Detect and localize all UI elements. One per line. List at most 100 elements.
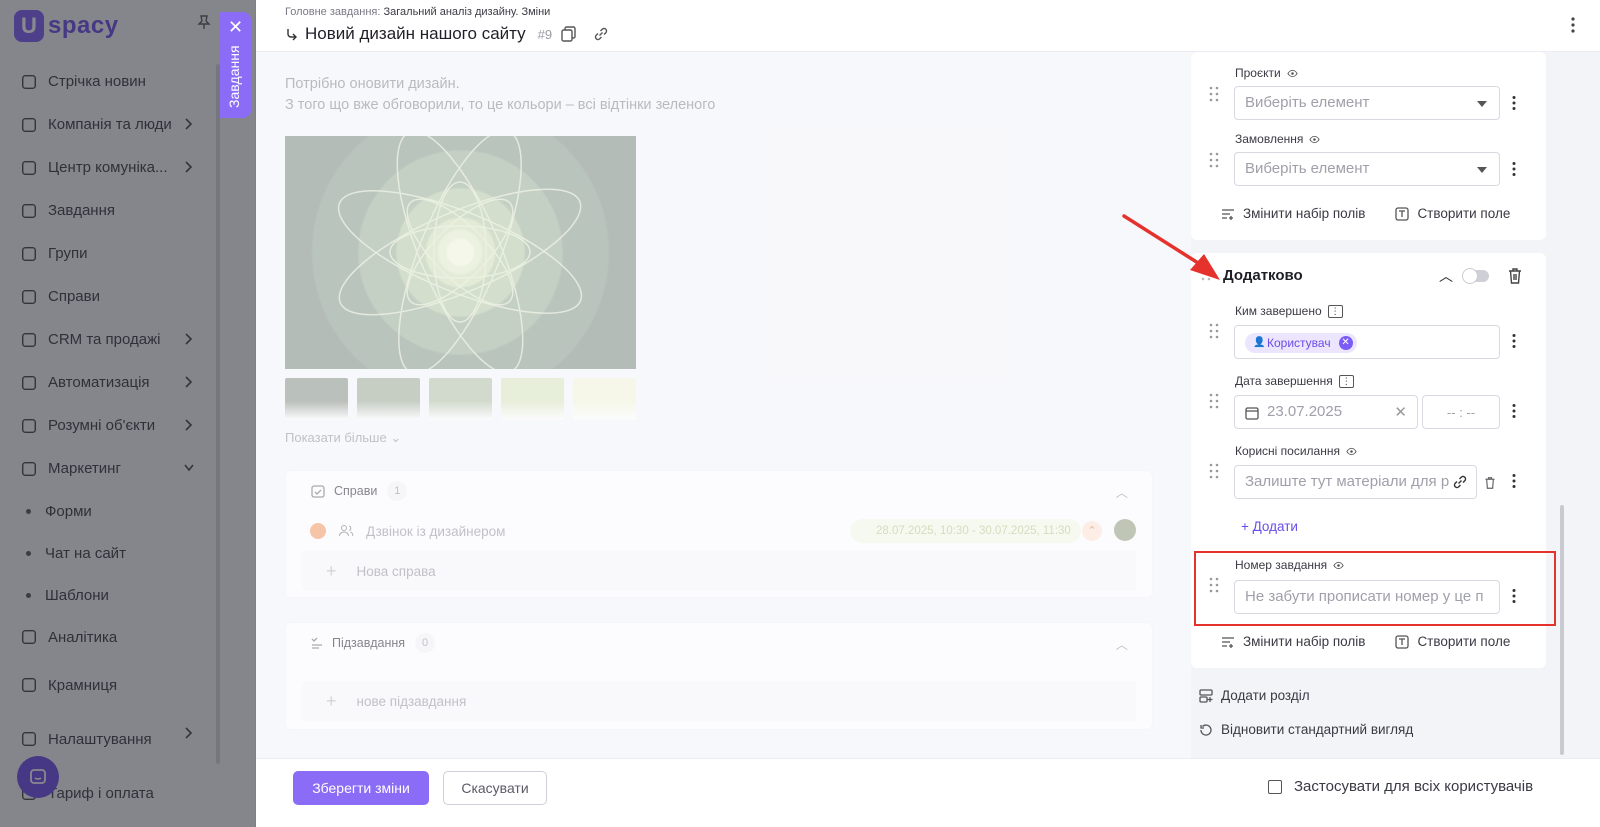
- avatar[interactable]: [1114, 519, 1136, 541]
- useful-links-label-text: Корисні посилання: [1235, 444, 1340, 458]
- save-button[interactable]: Зберегти зміни: [293, 771, 429, 805]
- pin-icon[interactable]: [196, 14, 212, 30]
- sidebar-item[interactable]: Стрічка новин: [0, 60, 220, 103]
- support-chat-button[interactable]: [17, 756, 59, 798]
- completion-time-input[interactable]: -- : --: [1422, 395, 1500, 429]
- eye-icon: [1287, 69, 1298, 77]
- sidebar-item[interactable]: Розумні об'єкти: [0, 404, 220, 447]
- field-menu-icon[interactable]: [1511, 588, 1517, 604]
- completion-date-input[interactable]: 23.07.2025 ✕: [1234, 395, 1418, 429]
- link-icon[interactable]: [592, 25, 610, 43]
- eye-icon: [1309, 135, 1320, 143]
- field-menu-icon[interactable]: [1511, 333, 1517, 349]
- chevron-up-icon[interactable]: ︿: [1115, 634, 1128, 653]
- sidebar-item-label: CRM та продажі: [48, 331, 161, 348]
- fields-column: Проєкти Виберіть елемент Замовлення Вибе…: [1191, 52, 1600, 758]
- sidebar-item[interactable]: Групи: [0, 232, 220, 275]
- useful-links-input[interactable]: Залиште тут матеріали для р: [1234, 465, 1477, 499]
- tab-tasks-slider[interactable]: ✕ Завдання: [220, 12, 251, 118]
- sidebar-subitem[interactable]: Шаблони: [0, 574, 220, 616]
- field-menu-icon[interactable]: [1511, 403, 1517, 419]
- change-fields-button[interactable]: Змінити набір полів: [1221, 206, 1365, 221]
- link-icon[interactable]: [1452, 474, 1468, 490]
- sidebar-item[interactable]: Компанія та люди: [0, 103, 220, 146]
- sidebar-item-label: Крамниця: [48, 676, 118, 694]
- new-deal-input[interactable]: + Нова справа: [302, 551, 1136, 591]
- fields-scrollbar[interactable]: [1560, 505, 1564, 755]
- field-menu-icon[interactable]: [1511, 161, 1517, 177]
- clear-icon[interactable]: ✕: [1394, 403, 1407, 421]
- drag-handle-icon[interactable]: [1209, 577, 1219, 593]
- chevron-up-icon[interactable]: ︿: [1439, 266, 1453, 286]
- show-more-link[interactable]: Показати більше ⌄: [285, 430, 401, 446]
- projects-select[interactable]: Виберіть елемент: [1234, 86, 1500, 120]
- caret-down-icon: [1477, 101, 1487, 107]
- logo[interactable]: U spacy: [14, 8, 119, 44]
- sidebar-scrollbar[interactable]: [216, 64, 220, 764]
- user-icon: 👤: [1253, 337, 1266, 348]
- chevron-up-icon[interactable]: ︿: [1115, 482, 1128, 501]
- subtasks-header[interactable]: Підзавдання 0 ︿: [286, 623, 1152, 663]
- section-title[interactable]: Додатково: [1223, 267, 1303, 284]
- task-description[interactable]: Потрібно оновити дизайн. З того що вже о…: [285, 74, 715, 116]
- sidebar-item[interactable]: Крамниця: [0, 658, 220, 712]
- priority-up-icon[interactable]: ⌃: [1082, 521, 1102, 541]
- task-header: Головне завдання: Загальний аналіз дизай…: [256, 0, 1600, 52]
- drag-handle-icon[interactable]: [1209, 152, 1219, 168]
- sidebar-item-label: Аналітика: [48, 628, 118, 646]
- drag-handle-icon[interactable]: [1209, 393, 1219, 409]
- color-swatch: [501, 378, 564, 420]
- sidebar-item[interactable]: CRM та продажі: [0, 318, 220, 361]
- copy-icon[interactable]: [560, 25, 578, 43]
- sidebar-subitem-label: Шаблони: [45, 586, 109, 604]
- sidebar-subitem[interactable]: Чат на сайт: [0, 532, 220, 574]
- breadcrumb-parent-task[interactable]: Загальний аналіз дизайну. Зміни: [384, 6, 551, 18]
- task-number: #9: [537, 26, 553, 42]
- drag-handle-icon[interactable]: [1209, 463, 1219, 479]
- cancel-button[interactable]: Скасувати: [443, 771, 547, 805]
- checkbox-box[interactable]: [1268, 779, 1282, 794]
- close-icon[interactable]: ✕: [228, 18, 243, 36]
- fields-section-extra: Додатково ︿ Ким завершено ⋮ 👤 Користувач ✕ …: [1191, 253, 1546, 668]
- deal-row[interactable]: Дзвінок із дизайнером 28.07.2025, 10:30 …: [286, 511, 1152, 551]
- trash-icon[interactable]: [1484, 476, 1496, 490]
- orders-select[interactable]: Виберіть елемент: [1234, 152, 1500, 186]
- succulent-image[interactable]: [285, 136, 636, 369]
- user-chip[interactable]: 👤 Користувач ✕: [1245, 333, 1357, 353]
- drag-handle-icon[interactable]: [1209, 86, 1219, 102]
- create-field-button[interactable]: Створити поле: [1395, 634, 1510, 649]
- apply-all-checkbox[interactable]: Застосувати для всіх користувачів: [1268, 778, 1533, 795]
- sidebar-item[interactable]: Аналітика: [0, 616, 220, 658]
- drag-handle-icon[interactable]: [1209, 323, 1219, 339]
- sidebar-item[interactable]: Справи: [0, 275, 220, 318]
- field-menu-icon[interactable]: [1511, 95, 1517, 111]
- logo-mark: U: [14, 10, 44, 42]
- restore-view-button[interactable]: Відновити стандартний вигляд: [1199, 722, 1413, 737]
- task-number-input[interactable]: Не забути прописати номер у це п: [1234, 580, 1500, 614]
- remove-chip-icon[interactable]: ✕: [1338, 336, 1353, 350]
- breadcrumb[interactable]: Головне завдання: Загальний аналіз дизай…: [285, 6, 550, 18]
- field-menu-icon[interactable]: [1511, 473, 1517, 489]
- trash-icon[interactable]: [1507, 267, 1523, 285]
- add-link-button[interactable]: + Додати: [1241, 519, 1298, 534]
- create-field-button[interactable]: Створити поле: [1395, 206, 1510, 221]
- sidebar-item[interactable]: Завдання: [0, 189, 220, 232]
- change-fields-button[interactable]: Змінити набір полів: [1221, 634, 1365, 649]
- section-visibility-toggle[interactable]: [1462, 268, 1489, 284]
- deals-header[interactable]: Справи 1 ︿: [286, 471, 1152, 511]
- new-subtask-input[interactable]: + нове підзавдання: [302, 681, 1136, 721]
- completion-date-label-text: Дата завершення: [1235, 374, 1333, 388]
- add-section-button[interactable]: Додати розділ: [1199, 688, 1310, 703]
- sidebar-subitem[interactable]: Форми: [0, 490, 220, 532]
- plus-icon: +: [326, 560, 337, 581]
- restore-icon: [1200, 723, 1212, 736]
- more-menu-icon[interactable]: [1570, 16, 1576, 34]
- completed-by-field[interactable]: 👤 Користувач ✕: [1234, 325, 1500, 359]
- task-number-placeholder: Не забути прописати номер у це п: [1245, 588, 1484, 605]
- calendar-icon: [1245, 407, 1259, 420]
- color-swatch: [285, 378, 348, 420]
- sidebar-item[interactable]: Автоматизація: [0, 361, 220, 404]
- description-line: Потрібно оновити дизайн.: [285, 76, 460, 92]
- sidebar-item[interactable]: Маркетинг: [0, 447, 220, 490]
- sidebar-item[interactable]: Центр комуніка...: [0, 146, 220, 189]
